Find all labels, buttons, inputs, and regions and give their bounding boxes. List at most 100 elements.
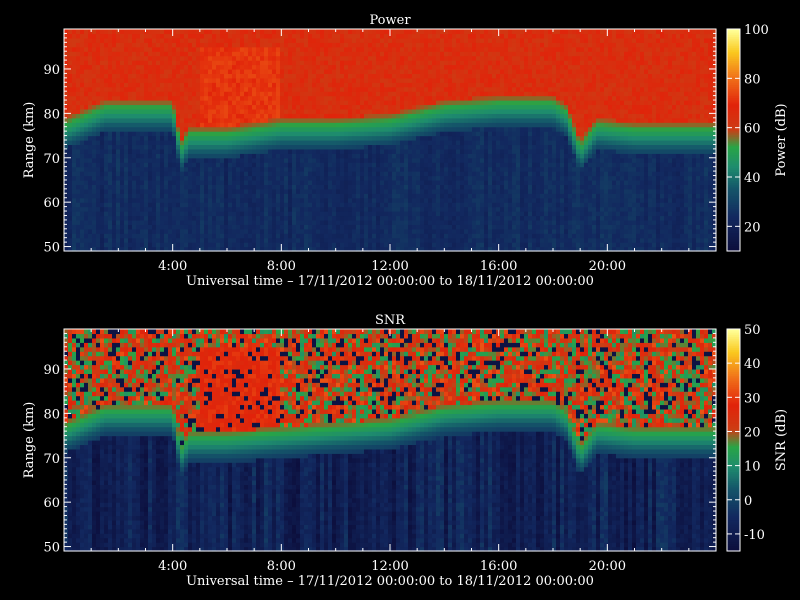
heatmap-cell bbox=[236, 233, 241, 239]
heatmap-cell bbox=[440, 68, 445, 74]
heatmap-cell bbox=[232, 215, 237, 221]
heatmap-cell bbox=[112, 108, 117, 114]
heatmap-cell bbox=[156, 122, 161, 128]
heatmap-cell bbox=[392, 193, 397, 199]
heatmap-cell bbox=[268, 228, 273, 234]
heatmap-cell bbox=[88, 60, 93, 66]
heatmap-cell bbox=[112, 64, 117, 70]
heatmap-cell bbox=[420, 153, 425, 159]
heatmap-cell bbox=[100, 68, 105, 74]
heatmap-cell bbox=[404, 237, 409, 243]
heatmap-cell bbox=[216, 113, 221, 119]
heatmap-cell bbox=[240, 171, 245, 177]
heatmap-cell bbox=[420, 55, 425, 61]
heatmap-cell bbox=[316, 215, 321, 221]
heatmap-cell bbox=[156, 100, 161, 106]
heatmap-cell bbox=[356, 171, 361, 177]
heatmap-cell bbox=[116, 37, 121, 43]
heatmap-cell bbox=[204, 55, 209, 61]
heatmap-cell bbox=[132, 157, 137, 163]
heatmap-cell bbox=[92, 91, 97, 97]
heatmap-cell bbox=[404, 193, 409, 199]
heatmap-cell bbox=[220, 140, 225, 146]
heatmap-cell bbox=[312, 126, 317, 132]
heatmap-cell bbox=[228, 55, 233, 61]
heatmap-cell bbox=[432, 188, 437, 194]
heatmap-cell bbox=[452, 179, 457, 185]
heatmap-cell bbox=[148, 73, 153, 79]
heatmap-cell bbox=[244, 193, 249, 199]
heatmap-cell bbox=[240, 37, 245, 43]
heatmap-cell bbox=[244, 117, 249, 123]
heatmap-cell bbox=[192, 46, 197, 52]
heatmap-cell bbox=[168, 237, 173, 243]
heatmap-cell bbox=[356, 51, 361, 57]
heatmap-cell bbox=[140, 175, 145, 181]
heatmap-cell bbox=[108, 77, 113, 83]
heatmap-cell bbox=[92, 242, 97, 248]
heatmap-cell bbox=[96, 219, 101, 225]
heatmap-cell bbox=[140, 113, 145, 119]
heatmap-cell bbox=[320, 117, 325, 123]
heatmap-cell bbox=[316, 91, 321, 97]
heatmap-cell bbox=[400, 29, 405, 35]
heatmap-cell bbox=[308, 197, 313, 203]
heatmap-cell bbox=[84, 157, 89, 163]
heatmap-cell bbox=[284, 148, 289, 154]
heatmap-cell bbox=[420, 77, 425, 83]
heatmap-cell bbox=[380, 206, 385, 212]
heatmap-cell bbox=[252, 55, 257, 61]
heatmap-cell bbox=[200, 193, 205, 199]
heatmap-cell bbox=[276, 82, 281, 88]
heatmap-cell bbox=[156, 64, 161, 70]
heatmap-cell bbox=[204, 42, 209, 48]
heatmap-cell bbox=[144, 60, 149, 66]
heatmap-cell bbox=[244, 224, 249, 230]
heatmap-cell bbox=[284, 135, 289, 141]
heatmap-cell bbox=[116, 135, 121, 141]
heatmap-cell bbox=[348, 126, 353, 132]
heatmap-cell bbox=[308, 175, 313, 181]
heatmap-cell bbox=[364, 73, 369, 79]
heatmap-cell bbox=[132, 64, 137, 70]
heatmap-cell bbox=[108, 184, 113, 190]
heatmap-cell bbox=[368, 55, 373, 61]
heatmap-cell bbox=[256, 91, 261, 97]
heatmap-cell bbox=[312, 91, 317, 97]
heatmap-cell bbox=[212, 148, 217, 154]
heatmap-cell bbox=[344, 219, 349, 225]
heatmap-cell bbox=[120, 144, 125, 150]
heatmap-cell bbox=[136, 55, 141, 61]
heatmap-cell bbox=[424, 140, 429, 146]
heatmap-cell bbox=[156, 144, 161, 150]
heatmap-cell bbox=[412, 162, 417, 168]
heatmap-cell bbox=[356, 193, 361, 199]
heatmap-cell bbox=[276, 144, 281, 150]
heatmap-cell bbox=[340, 60, 345, 66]
heatmap-cell bbox=[264, 242, 269, 248]
heatmap-cell bbox=[308, 140, 313, 146]
heatmap-cell bbox=[272, 51, 277, 57]
heatmap-cell bbox=[436, 197, 441, 203]
heatmap-cell bbox=[336, 29, 341, 35]
heatmap-cell bbox=[364, 86, 369, 92]
heatmap-cell bbox=[340, 188, 345, 194]
heatmap-cell bbox=[396, 242, 401, 248]
heatmap-cell bbox=[260, 206, 265, 212]
heatmap-cell bbox=[204, 77, 209, 83]
heatmap-cell bbox=[192, 148, 197, 154]
heatmap-cell bbox=[344, 184, 349, 190]
heatmap-cell bbox=[204, 135, 209, 141]
heatmap-cell bbox=[92, 184, 97, 190]
heatmap-cell bbox=[440, 171, 445, 177]
heatmap-cell bbox=[404, 55, 409, 61]
heatmap-cell bbox=[224, 68, 229, 74]
heatmap-cell bbox=[124, 131, 129, 137]
heatmap-cell bbox=[420, 140, 425, 146]
heatmap-cell bbox=[268, 51, 273, 57]
heatmap-cell bbox=[312, 211, 317, 217]
heatmap-cell bbox=[128, 171, 133, 177]
heatmap-cell bbox=[112, 197, 117, 203]
heatmap-cell bbox=[92, 73, 97, 79]
heatmap-cell bbox=[160, 77, 165, 83]
